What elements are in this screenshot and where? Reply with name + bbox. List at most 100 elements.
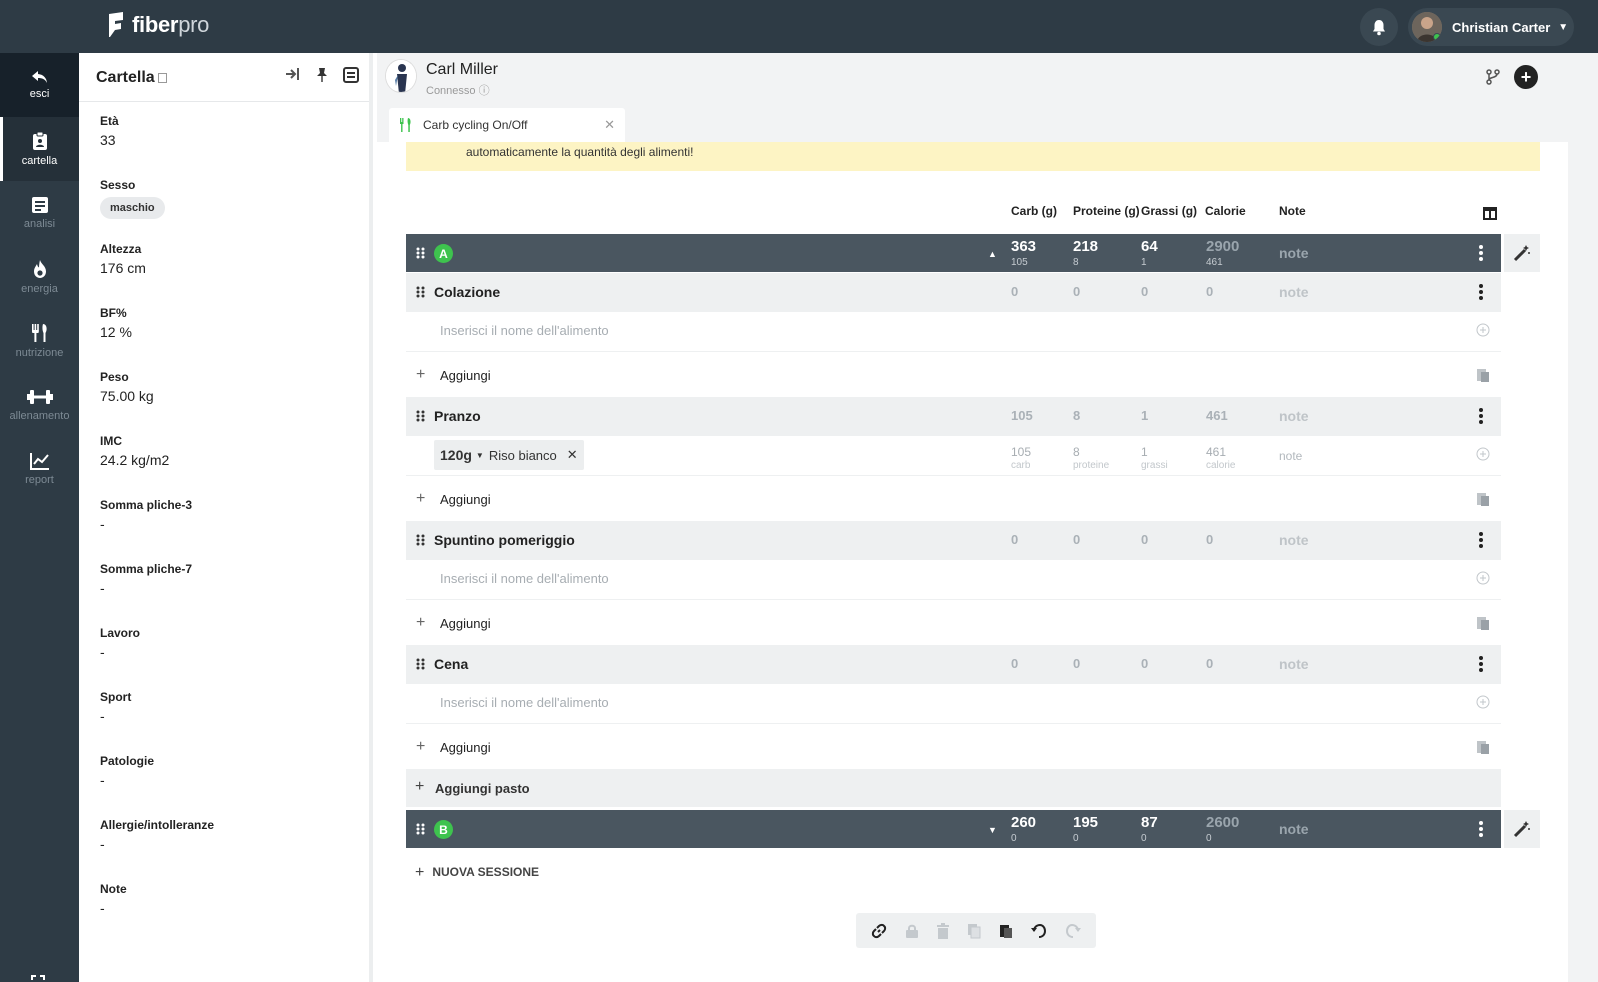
session-row-b[interactable]: B ▼ 260 0 195 0 87 0 2600 0 note — [406, 810, 1501, 848]
user-menu[interactable]: Christian Carter ▼ — [1408, 8, 1574, 46]
avatar — [1412, 12, 1442, 42]
nav-item-energia[interactable]: energia — [0, 245, 79, 309]
paste-icon[interactable] — [999, 923, 1013, 939]
more-vertical-icon[interactable] — [1479, 284, 1483, 300]
drag-handle-icon[interactable] — [416, 410, 425, 422]
more-vertical-icon[interactable] — [1479, 408, 1483, 424]
nav-item-analisi[interactable]: analisi — [0, 181, 79, 245]
meal-protein: 0 — [1073, 284, 1081, 299]
undo-icon[interactable] — [1031, 923, 1047, 939]
logo-text: fiberpro — [132, 12, 210, 37]
chevron-down-icon[interactable]: ▼ — [476, 451, 484, 460]
paste-icon[interactable] — [1476, 491, 1490, 507]
session-carb-sub: 0 — [1011, 833, 1017, 844]
meal-row-spuntino[interactable]: Spuntino pomeriggio 0 0 0 0 note — [406, 521, 1501, 560]
nav-item-esci[interactable]: esci — [0, 53, 79, 117]
add-food-button[interactable]: Aggiungi — [440, 492, 491, 507]
more-vertical-icon[interactable] — [1479, 821, 1483, 837]
drag-handle-icon[interactable] — [416, 658, 425, 670]
meal-fat: 0 — [1141, 656, 1149, 671]
session-note[interactable]: note — [1279, 245, 1309, 261]
app-logo[interactable]: fiberpro — [106, 12, 209, 38]
trash-icon[interactable] — [937, 922, 949, 939]
nav-item-allenamento[interactable]: allenamento — [0, 373, 79, 437]
add-circle-icon[interactable] — [1476, 571, 1490, 585]
new-session-button[interactable]: + NUOVA SESSIONE — [415, 864, 539, 882]
notifications-button[interactable] — [1360, 8, 1398, 46]
add-food-button[interactable]: Aggiungi — [440, 368, 491, 383]
field-bf: BF% 12 % — [100, 306, 132, 340]
meal-protein: 0 — [1073, 656, 1081, 671]
remove-food-icon[interactable]: ✕ — [567, 447, 578, 463]
online-status-dot — [1433, 33, 1441, 41]
pin-icon[interactable] — [315, 67, 329, 83]
food-search-input[interactable]: Inserisci il nome dell'alimento — [440, 695, 609, 710]
add-meal-row[interactable]: + Aggiungi pasto — [406, 769, 1501, 807]
food-quantity[interactable]: 120g — [440, 447, 472, 463]
add-food-row[interactable]: + Aggiungi — [406, 476, 1501, 522]
more-vertical-icon[interactable] — [1479, 532, 1483, 548]
meal-note[interactable]: note — [1279, 532, 1309, 548]
nav-item-report[interactable]: report — [0, 437, 79, 501]
meal-row-pranzo[interactable]: Pranzo 105 8 1 461 note — [406, 397, 1501, 436]
session-protein: 218 — [1073, 238, 1099, 255]
food-note[interactable]: note — [1279, 449, 1302, 463]
paste-icon[interactable] — [1476, 615, 1490, 631]
meal-note[interactable]: note — [1279, 284, 1309, 300]
nav-item-nutrizione[interactable]: nutrizione — [0, 309, 79, 373]
field-altezza: Altezza 176 cm — [100, 242, 146, 276]
session-fat: 87 — [1141, 814, 1158, 831]
chevron-up-icon[interactable]: ▲ — [988, 249, 997, 259]
drag-handle-icon[interactable] — [416, 534, 425, 546]
food-search-input[interactable]: Inserisci il nome dell'alimento — [440, 323, 609, 338]
paste-icon[interactable] — [1476, 367, 1490, 383]
add-circle-icon[interactable] — [1476, 323, 1490, 337]
meal-row-cena[interactable]: Cena 0 0 0 0 note — [406, 645, 1501, 684]
add-food-row[interactable]: + Aggiungi — [406, 724, 1501, 770]
link-icon[interactable] — [871, 923, 887, 939]
add-plus-button[interactable]: + — [1514, 65, 1538, 89]
field-peso: Peso 75.00 kg — [100, 370, 154, 404]
drag-handle-icon[interactable] — [416, 286, 425, 298]
session-magic-button-a[interactable] — [1504, 234, 1540, 272]
top-bar: fiberpro Christian Carter ▼ — [0, 0, 1598, 53]
tab-carb-cycling[interactable]: Carb cycling On/Off ✕ — [389, 108, 625, 142]
meal-note[interactable]: note — [1279, 656, 1309, 672]
food-search-input[interactable]: Inserisci il nome dell'alimento — [440, 571, 609, 586]
nav-item-cartella[interactable]: cartella — [0, 117, 79, 181]
chevron-down-icon[interactable]: ▼ — [988, 825, 997, 835]
close-icon[interactable]: ✕ — [604, 117, 615, 133]
add-meal-button[interactable]: Aggiungi pasto — [435, 781, 530, 796]
add-circle-icon[interactable] — [1476, 447, 1490, 461]
add-food-row[interactable]: + Aggiungi — [406, 352, 1501, 398]
col-header-calories: Calorie — [1205, 204, 1246, 218]
more-vertical-icon[interactable] — [1479, 245, 1483, 261]
branch-icon[interactable] — [1486, 69, 1500, 85]
add-food-button[interactable]: Aggiungi — [440, 740, 491, 755]
patient-status: Connesso ⓘ — [426, 85, 490, 97]
columns-layout-icon[interactable] — [1483, 207, 1497, 220]
food-chip[interactable]: 120g ▼ Riso bianco ✕ — [434, 440, 584, 470]
paste-icon[interactable] — [1476, 739, 1490, 755]
session-carb: 363 — [1011, 238, 1037, 255]
add-circle-icon[interactable] — [1476, 695, 1490, 709]
settings-panel-icon[interactable] — [343, 67, 359, 83]
add-food-row[interactable]: + Aggiungi — [406, 600, 1501, 646]
more-vertical-icon[interactable] — [1479, 656, 1483, 672]
fullscreen-icon[interactable] — [30, 974, 46, 982]
nav-label: cartella — [21, 155, 58, 167]
session-magic-button-b[interactable] — [1504, 810, 1540, 848]
collapse-panel-icon[interactable] — [285, 67, 301, 81]
session-note[interactable]: note — [1279, 821, 1309, 837]
session-row-a[interactable]: A ▲ 363 105 218 8 64 1 2900 461 note — [406, 234, 1501, 272]
lock-icon[interactable] — [905, 923, 919, 939]
drag-handle-icon[interactable] — [416, 823, 425, 835]
drag-handle-icon[interactable] — [416, 247, 425, 259]
meal-row-colazione[interactable]: Colazione 0 0 0 0 note — [406, 273, 1501, 312]
meal-note[interactable]: note — [1279, 408, 1309, 424]
session-fat-sub: 0 — [1141, 833, 1147, 844]
food-input-row: Inserisci il nome dell'alimento — [406, 560, 1501, 600]
redo-icon[interactable] — [1065, 923, 1081, 939]
copy-icon[interactable] — [967, 923, 981, 939]
add-food-button[interactable]: Aggiungi — [440, 616, 491, 631]
